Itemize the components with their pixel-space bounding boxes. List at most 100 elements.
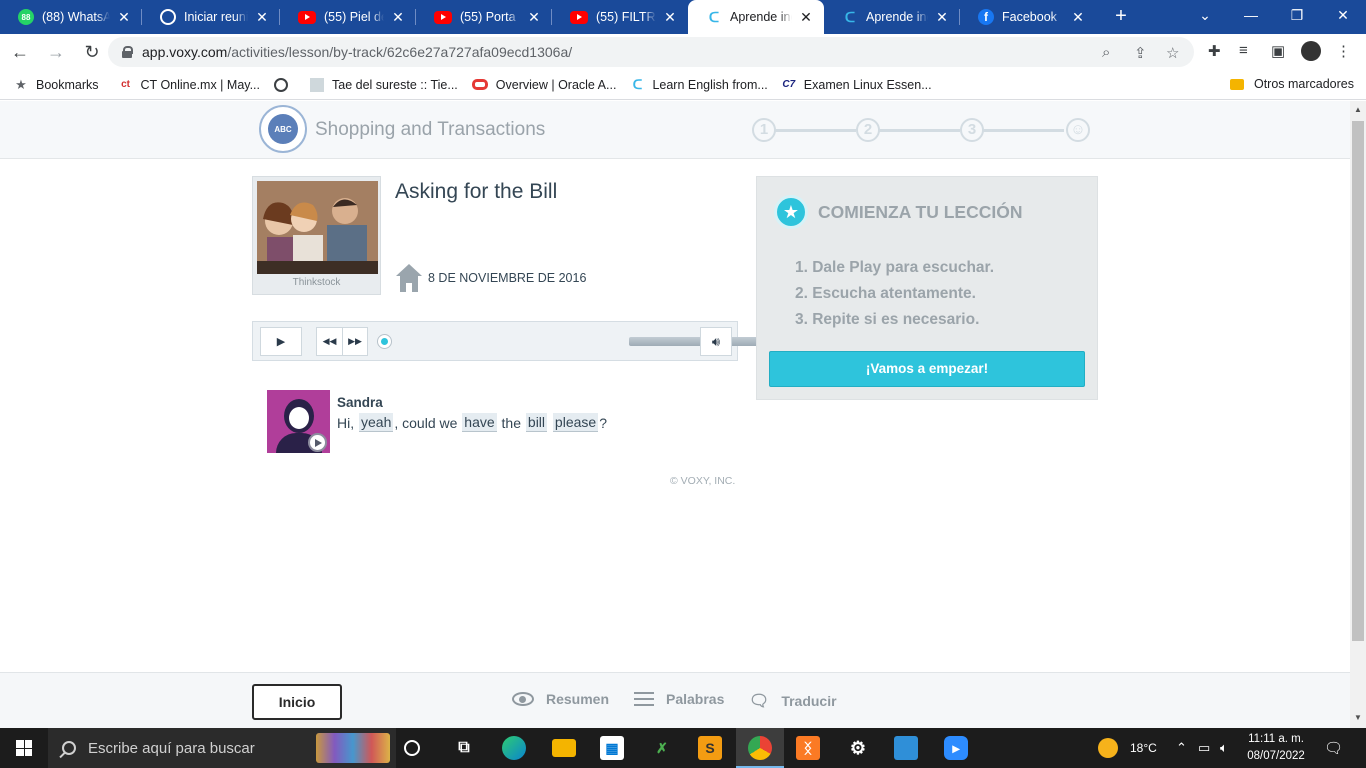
media-control-icon[interactable]: ≡ — [1239, 42, 1248, 59]
menu-kebab-icon[interactable]: ⋮ — [1336, 42, 1351, 60]
palabras-button[interactable]: Palabras — [634, 691, 724, 707]
tab-iniciar-reunion[interactable]: Iniciar reunión ✕ — [142, 0, 280, 34]
new-tab-button[interactable]: + — [1108, 4, 1134, 30]
zoom-icon[interactable]: ⌕ — [1102, 44, 1110, 61]
url-path: /activities/lesson/by-track/62c6e27a727a… — [227, 44, 573, 60]
step-1[interactable]: 1 — [752, 118, 776, 142]
oracle-icon — [471, 79, 488, 90]
vocab-word[interactable]: have — [462, 413, 497, 432]
traducir-button[interactable]: 🗨︎ Traducir — [749, 691, 837, 711]
close-icon[interactable]: ✕ — [116, 9, 132, 26]
play-circle-icon[interactable] — [308, 433, 327, 452]
close-icon[interactable]: ✕ — [390, 9, 406, 26]
side-panel-icon[interactable]: ▣ — [1271, 42, 1285, 60]
sublime-icon[interactable]: S — [698, 736, 722, 760]
system-clock[interactable]: 11:11 a. m. 08/07/2022 — [1240, 731, 1312, 765]
bookmark-label: CT Online.mx | May... — [140, 77, 261, 92]
minimize-button[interactable]: — — [1228, 0, 1274, 34]
restore-button[interactable]: ❐ — [1274, 0, 1320, 34]
rewind-icon: ◀◀ — [322, 336, 337, 346]
whatsapp-icon: 88 — [18, 9, 34, 25]
edge-icon[interactable] — [502, 736, 526, 760]
tab-title: Aprende inglés — [730, 10, 792, 24]
traducir-label: Traducir — [781, 693, 837, 709]
bookmark-star-icon[interactable]: ☆ — [1166, 44, 1179, 62]
tab-search-chevron-icon[interactable]: ⌄ — [1182, 0, 1228, 34]
close-window-button[interactable]: ✕ — [1320, 0, 1366, 34]
zoom-icon[interactable]: ▸ — [944, 736, 968, 760]
home-icon — [396, 264, 422, 292]
back-button[interactable]: ← — [4, 36, 36, 68]
url-host: app.voxy.com — [142, 44, 228, 60]
tab-voxy-active[interactable]: ᑕ Aprende inglés ✕ — [688, 0, 824, 34]
volume-button[interactable]: 🔊︎ — [700, 327, 732, 356]
temperature: 18°C — [1130, 741, 1157, 755]
tab-youtube-3[interactable]: (55) FILTRAN ✕ — [552, 0, 688, 34]
photos-icon[interactable] — [894, 736, 918, 760]
bookmark-globe[interactable] — [274, 77, 296, 92]
rewind-button[interactable]: ◀◀ — [316, 327, 342, 356]
network-icon[interactable]: ▭ — [1198, 728, 1210, 768]
bookmark-label: Bookmarks — [36, 77, 99, 92]
other-bookmarks-label: Otros marcadores — [1253, 77, 1354, 91]
bookmark-bookmarks[interactable]: ★ Bookmarks — [14, 77, 99, 92]
bookmark-oracle[interactable]: Overview | Oracle A... — [471, 78, 616, 92]
address-bar[interactable]: app.voxy.com/activities/lesson/by-track/… — [108, 37, 1194, 67]
bookmark-tae[interactable]: Tae del sureste :: Tie... — [310, 77, 458, 92]
site-icon — [310, 77, 325, 92]
other-bookmarks[interactable]: Otros marcadores — [1229, 77, 1354, 91]
close-icon[interactable]: ✕ — [934, 9, 950, 26]
close-icon[interactable]: ✕ — [798, 9, 814, 26]
bookmark-learn-english[interactable]: ᑕ Learn English from... — [630, 76, 768, 92]
extensions-icon[interactable]: ✚ — [1208, 42, 1221, 60]
vocab-word[interactable]: yeah — [359, 413, 394, 432]
close-icon[interactable]: ✕ — [662, 9, 678, 26]
play-button[interactable]: ▶ — [260, 327, 302, 356]
audio-seek-handle[interactable] — [377, 334, 392, 349]
bookmark-ct-online[interactable]: ct CT Online.mx | May... — [119, 78, 260, 92]
scroll-down-arrow-icon[interactable]: ▼ — [1354, 713, 1362, 722]
tab-youtube-1[interactable]: (55) Piel de C ✕ — [280, 0, 416, 34]
lesson-date: 8 DE NOVIEMBRE DE 2016 — [428, 271, 587, 285]
tray-chevron-icon[interactable]: ⌃ — [1176, 728, 1187, 768]
step-3[interactable]: 3 — [960, 118, 984, 142]
reload-button[interactable]: ↻ — [76, 36, 108, 68]
file-explorer-icon[interactable] — [552, 739, 576, 757]
notifications-icon[interactable]: 🗨︎ — [1324, 728, 1343, 768]
close-icon[interactable]: ✕ — [526, 9, 542, 26]
step-finish-person-icon[interactable]: ☺ — [1066, 118, 1090, 142]
task-view-icon[interactable]: ⧉ — [452, 736, 476, 760]
scroll-up-arrow-icon[interactable]: ▲ — [1354, 105, 1362, 114]
unit-header: ABC Shopping and Transactions 1 2 3 ☺ — [0, 101, 1350, 159]
step-2[interactable]: 2 — [856, 118, 880, 142]
weather-widget[interactable]: 18°C — [1098, 728, 1157, 768]
tab-facebook[interactable]: f Facebook ✕ — [960, 0, 1096, 34]
store-icon[interactable]: ▦ — [600, 736, 624, 760]
vocab-word[interactable]: please — [552, 413, 599, 432]
settings-gear-icon[interactable]: ⚙ — [846, 736, 870, 760]
tab-whatsapp[interactable]: 88 (88) WhatsApp ✕ — [0, 0, 142, 34]
inicio-button[interactable]: Inicio — [252, 684, 342, 720]
voxy-icon: ᑕ — [632, 76, 643, 92]
cortana-icon[interactable] — [404, 740, 420, 756]
share-icon[interactable]: ⇪ — [1134, 44, 1147, 62]
forward-button[interactable]: → — [40, 36, 72, 68]
forward-button[interactable]: ▶▶ — [342, 327, 368, 356]
scrollbar-thumb[interactable] — [1352, 121, 1364, 641]
speaker-icon[interactable]: 🔈︎ — [1220, 728, 1228, 768]
close-icon[interactable]: ✕ — [254, 9, 270, 26]
start-button[interactable] — [0, 728, 48, 768]
resumen-button[interactable]: Resumen — [512, 691, 609, 707]
speaker-avatar[interactable] — [267, 390, 330, 453]
profile-avatar[interactable] — [1301, 41, 1321, 61]
vocab-word[interactable]: bill — [525, 413, 548, 432]
tab-youtube-2[interactable]: (55) Porta - S ✕ — [416, 0, 552, 34]
xampp-icon[interactable]: ᛝ — [796, 736, 820, 760]
tab-voxy-2[interactable]: ᑕ Aprende inglés ✕ — [824, 0, 960, 34]
page-scrollbar[interactable]: ▲ ▼ — [1350, 101, 1366, 728]
chrome-icon[interactable] — [748, 736, 772, 760]
start-lesson-button[interactable]: ¡Vamos a empezar! — [769, 351, 1085, 387]
app-x-icon[interactable]: ✗ — [650, 736, 674, 760]
bookmark-linux-exam[interactable]: C7 Examen Linux Essen... — [782, 78, 931, 92]
close-icon[interactable]: ✕ — [1070, 9, 1086, 26]
